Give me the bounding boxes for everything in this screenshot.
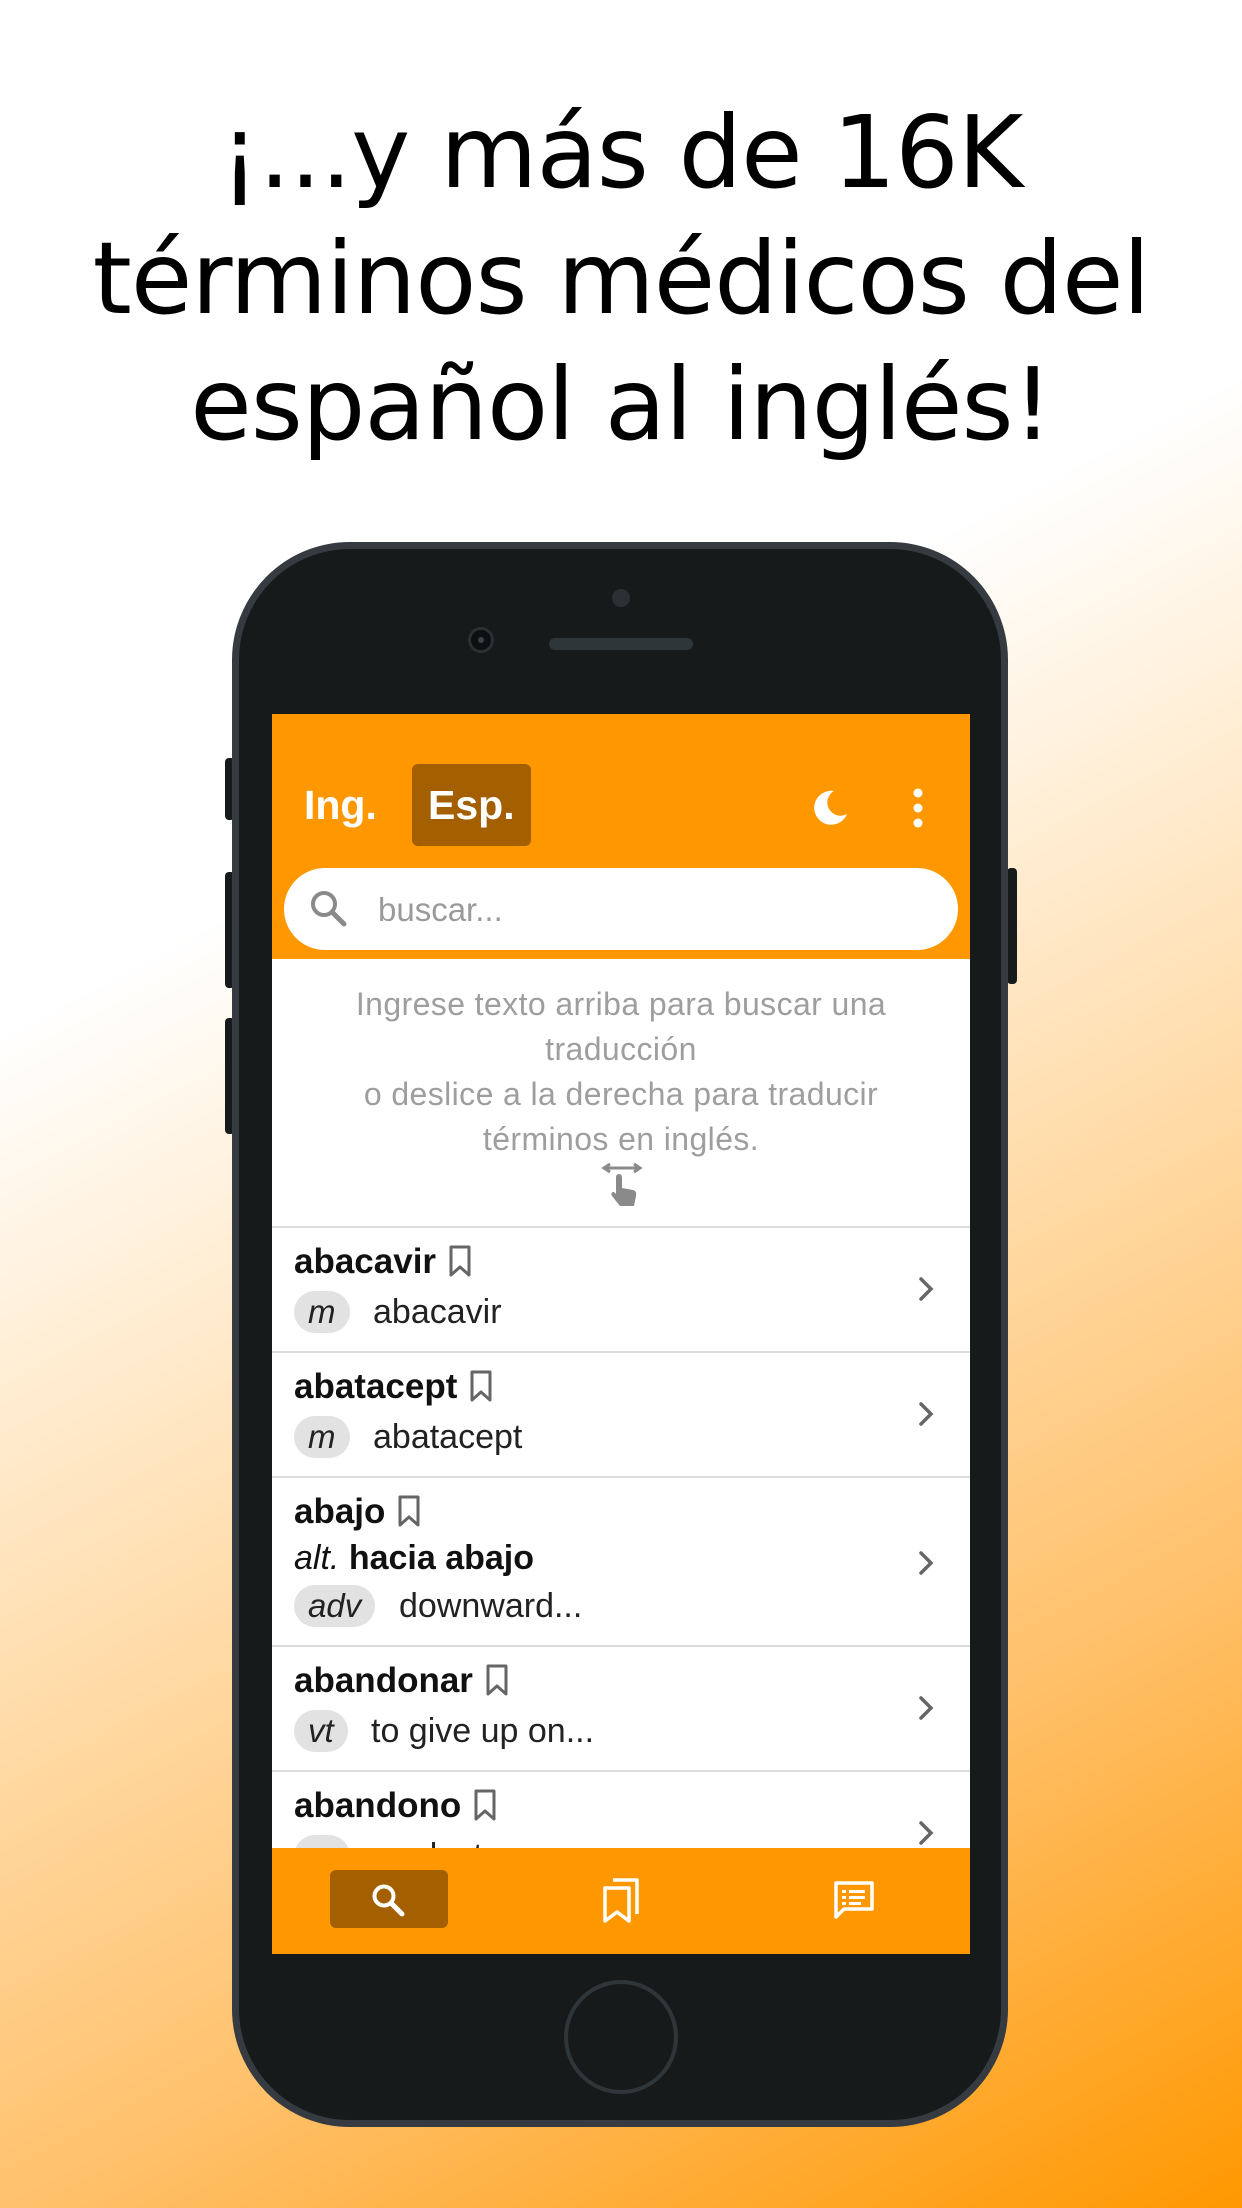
hint-line-3: o deslice a la derecha para traducir — [363, 1076, 879, 1112]
headline-line-3: español al inglés! — [190, 346, 1053, 463]
entry-alternate: alt. hacia abajo — [294, 1538, 534, 1578]
feedback-icon[interactable] — [833, 1880, 875, 1920]
nav-search-button[interactable] — [330, 1870, 448, 1928]
phone-power-button — [1007, 868, 1017, 984]
search-hint: Ingrese texto arriba para buscar una tra… — [272, 982, 970, 1162]
moon-icon[interactable] — [810, 788, 850, 828]
entry-term: abatacept — [294, 1367, 458, 1406]
bookmark-icon[interactable] — [469, 1369, 493, 1403]
headline: ¡...y más de 16K términos médicos del es… — [0, 90, 1242, 468]
entry-term: abandonar — [294, 1661, 473, 1700]
entry-translation: abacavir — [373, 1293, 502, 1331]
alt-label: alt. — [294, 1539, 340, 1577]
list-item[interactable]: abajo alt. hacia abajo adv downward... — [272, 1476, 970, 1645]
chevron-right-icon — [919, 1821, 934, 1845]
bookmarks-icon[interactable] — [601, 1878, 641, 1924]
chevron-right-icon — [919, 1402, 934, 1426]
swipe-gesture-icon — [601, 1162, 643, 1206]
bookmark-icon[interactable] — [485, 1663, 509, 1697]
front-sensor — [612, 589, 630, 607]
chevron-right-icon — [919, 1696, 934, 1720]
bookmark-icon[interactable] — [448, 1244, 472, 1278]
headline-line-1: ¡...y más de 16K — [219, 94, 1024, 211]
part-of-speech-badge: adv — [294, 1585, 376, 1627]
list-item[interactable]: abacavir m abacavir — [272, 1226, 970, 1351]
search-input[interactable] — [376, 868, 940, 952]
bookmark-icon[interactable] — [397, 1494, 421, 1528]
earpiece-speaker — [549, 638, 693, 650]
app-bar: Ing. Esp. — [272, 714, 970, 959]
entry-term: abajo — [294, 1492, 386, 1531]
more-vertical-icon[interactable] — [912, 786, 924, 830]
app-screen: Ing. Esp. Ingrese texto arriba para busc… — [272, 714, 970, 1954]
entry-translation: abatacept — [373, 1418, 523, 1456]
entry-term: abacavir — [294, 1242, 437, 1281]
part-of-speech-badge: m — [294, 1416, 350, 1458]
hint-line-2: traducción — [545, 1031, 697, 1067]
bottom-navigation — [272, 1848, 970, 1954]
part-of-speech-badge: m — [294, 1291, 350, 1333]
search-icon — [311, 891, 347, 927]
list-item[interactable]: abatacept m abatacept — [272, 1351, 970, 1476]
tab-spanish[interactable]: Esp. — [412, 764, 531, 846]
headline-line-2: términos médicos del — [92, 220, 1151, 337]
search-icon — [372, 1884, 405, 1917]
part-of-speech-badge: vt — [294, 1710, 348, 1752]
tab-english[interactable]: Ing. — [288, 764, 393, 846]
bookmark-icon[interactable] — [473, 1788, 497, 1822]
entry-translation: downward... — [399, 1587, 583, 1625]
alt-term: hacia abajo — [348, 1539, 535, 1577]
search-box[interactable] — [284, 868, 958, 952]
front-camera — [468, 627, 494, 653]
entry-translation: to give up on... — [371, 1712, 595, 1750]
entry-list: abacavir m abacavir abatacept m abatacep… — [272, 1226, 970, 1895]
chevron-right-icon — [919, 1277, 934, 1301]
entry-term: abandono — [294, 1786, 462, 1825]
list-item[interactable]: abandonar vt to give up on... — [272, 1645, 970, 1770]
hint-line-4: términos en inglés. — [482, 1121, 760, 1157]
hint-line-1: Ingrese texto arriba para buscar una — [355, 986, 887, 1022]
home-button[interactable] — [564, 1980, 678, 2094]
chevron-right-icon — [919, 1551, 934, 1575]
